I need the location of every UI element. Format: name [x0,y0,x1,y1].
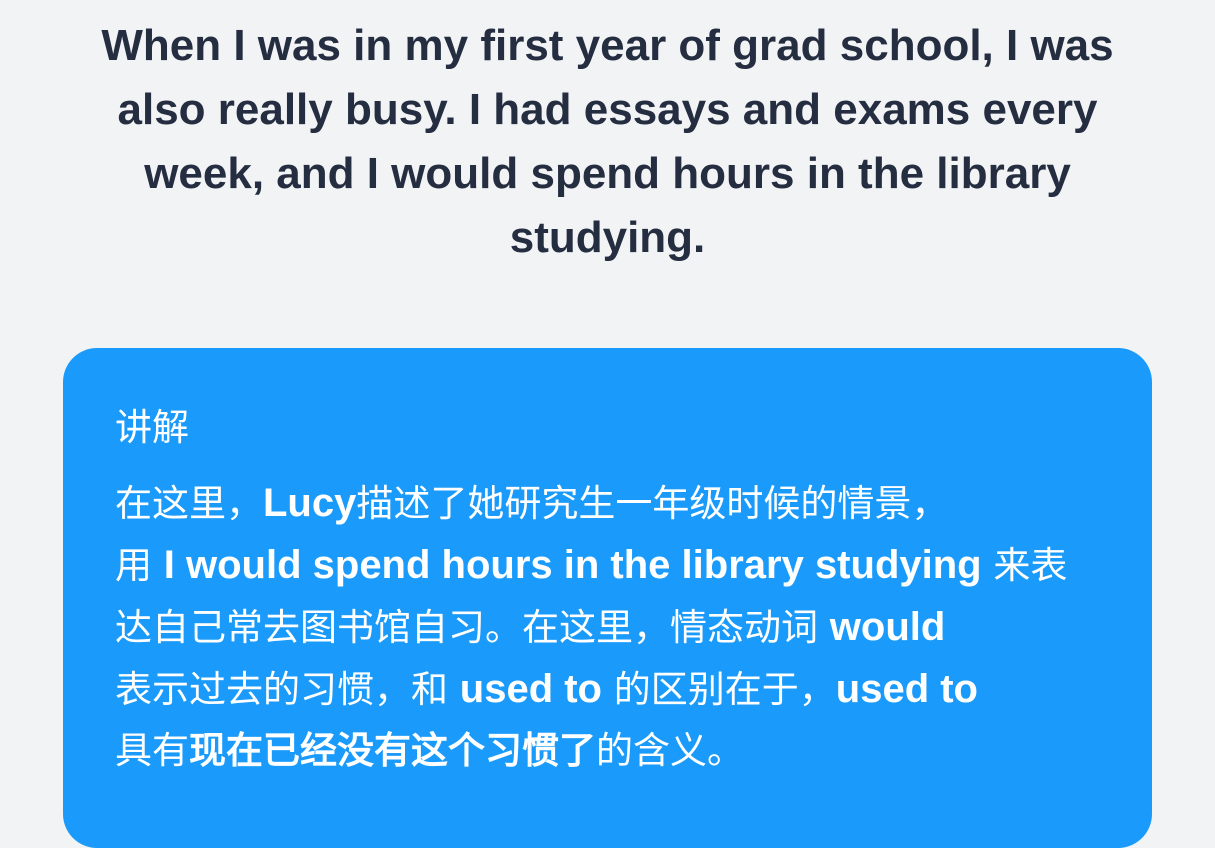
sentence-line: week, and I would spend hours in the lib… [144,149,1071,198]
explanation-text: 描述了她研究生一年级时候的情景， [356,482,949,525]
explanation-line: 用 I would spend hours in the library stu… [115,534,1095,596]
explanation-line: 达自己常去图书馆自习。在这里，情态动词 would [115,596,1095,658]
highlight-term: Lucy [263,481,357,525]
explanation-line: 表示过去的习惯，和 used to 的区别在于，used to [115,658,1095,720]
example-sentence: When I was in my first year of grad scho… [70,14,1145,270]
explanation-text: 在这里， [115,482,263,525]
explanation-text: 来表 [981,544,1068,587]
sentence-line: studying. [509,213,706,262]
explanation-line: 具有现在已经没有这个习惯了的含义。 [115,720,1095,782]
highlight-term: would [829,605,946,649]
highlight-term: used to [835,667,978,711]
sentence-line: also really busy. I had essays and exams… [117,85,1098,134]
explanation-text: 的区别在于， [602,668,836,711]
explanation-text: 达自己常去图书馆自习。在这里，情态动词 [115,606,830,649]
explanation-text: 用 [115,544,164,587]
explanation-card: 讲解 在这里，Lucy描述了她研究生一年级时候的情景， 用 I would sp… [63,348,1152,848]
explanation-text: 的含义。 [596,729,744,772]
explanation-line: 在这里，Lucy描述了她研究生一年级时候的情景， [115,472,1095,534]
highlight-phrase: I would spend hours in the library study… [163,543,982,587]
sentence-line: When I was in my first year of grad scho… [101,21,1114,70]
explanation-text: 具有 [115,729,189,772]
explanation-title: 讲解 [115,406,189,449]
highlight-meaning: 现在已经没有这个习惯了 [189,729,596,772]
highlight-term: used to [459,667,602,711]
explanation-text: 表示过去的习惯，和 [115,668,460,711]
explanation-body: 在这里，Lucy描述了她研究生一年级时候的情景， 用 I would spend… [115,472,1095,782]
